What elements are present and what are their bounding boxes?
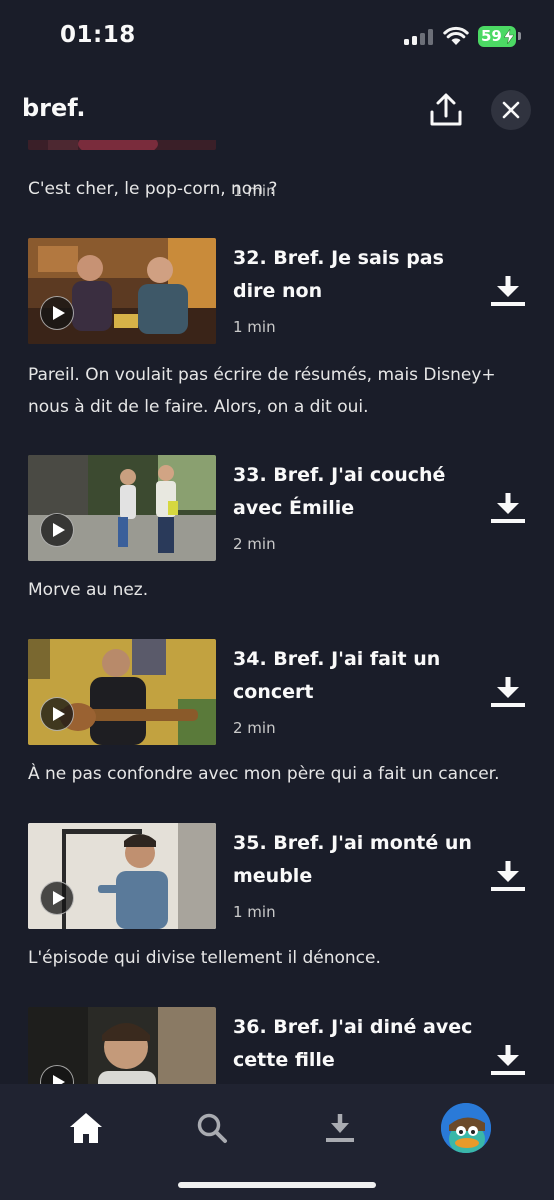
tab-downloads[interactable]	[310, 1098, 370, 1158]
tab-profile[interactable]	[436, 1098, 496, 1158]
episode-title[interactable]: 32. Bref. Je sais pas dire non	[233, 242, 483, 308]
episode-thumbnail[interactable]	[28, 238, 216, 344]
battery-cap	[518, 32, 521, 40]
episode-description: Pareil. On voulait pas écrire de résumés…	[28, 365, 496, 417]
wifi-icon	[443, 26, 469, 45]
episode-thumbnail[interactable]	[28, 455, 216, 561]
status-time: 01:18	[60, 22, 136, 48]
header: bref.	[0, 80, 554, 140]
download-icon	[326, 1114, 354, 1142]
cellular-signal-icon	[404, 29, 434, 45]
episode-duration: 2 min	[233, 719, 276, 737]
episode-duration: 1 min	[233, 318, 276, 336]
episode-duration: 2 min	[233, 535, 276, 553]
episode-thumbnail[interactable]	[28, 140, 216, 150]
close-icon	[502, 101, 520, 119]
episode-duration: 1 min	[233, 903, 276, 921]
episode-description: C'est cher, le pop-corn, non ?	[28, 179, 278, 199]
episode-title[interactable]: 34. Bref. J'ai fait un concert	[233, 643, 483, 709]
download-icon[interactable]	[488, 491, 528, 525]
status-bar: 01:18 59	[0, 0, 554, 80]
home-icon	[70, 1113, 102, 1143]
home-indicator	[178, 1182, 376, 1188]
episode-thumbnail[interactable]	[28, 1007, 216, 1084]
download-icon[interactable]	[488, 274, 528, 308]
episode-list[interactable]: 1 min C'est cher, le pop-corn, non ? 32.…	[0, 140, 554, 1084]
share-icon	[430, 93, 462, 126]
episode-description: À ne pas confondre avec mon père qui a f…	[28, 764, 500, 784]
search-icon	[197, 1113, 227, 1143]
episode-title[interactable]: 35. Bref. J'ai monté un meuble	[233, 827, 483, 893]
episode-title[interactable]: 36. Bref. J'ai diné avec cette fille	[233, 1011, 483, 1077]
episode-item[interactable]: 33. Bref. J'ai couché avec Émilie 2 min	[0, 455, 554, 655]
episode-title[interactable]: 33. Bref. J'ai couché avec Émilie	[233, 459, 483, 525]
episode-description: L'épisode qui divise tellement il dénonc…	[28, 948, 381, 968]
episode-item[interactable]: 35. Bref. J'ai monté un meuble 1 min	[0, 823, 554, 1023]
profile-avatar	[441, 1103, 491, 1153]
page-title: bref.	[22, 94, 86, 122]
play-icon[interactable]	[40, 697, 74, 731]
download-icon[interactable]	[488, 675, 528, 709]
charging-bolt-icon	[504, 29, 514, 44]
tab-home[interactable]	[56, 1098, 116, 1158]
play-icon[interactable]	[40, 296, 74, 330]
download-icon[interactable]	[488, 859, 528, 893]
episode-item[interactable]: 36. Bref. J'ai diné avec cette fille	[0, 1007, 554, 1084]
battery-icon: 59	[478, 26, 516, 47]
play-icon[interactable]	[40, 881, 74, 915]
episode-description: Morve au nez.	[28, 580, 149, 600]
battery-level: 59	[481, 27, 502, 45]
play-icon[interactable]	[40, 513, 74, 547]
download-icon[interactable]	[488, 1043, 528, 1077]
close-button[interactable]	[491, 90, 531, 130]
episode-thumbnail[interactable]	[28, 823, 216, 929]
episode-item[interactable]: 34. Bref. J'ai fait un concert 2 min	[0, 639, 554, 839]
episode-thumbnail[interactable]	[28, 639, 216, 745]
share-button[interactable]	[425, 90, 467, 132]
tab-search[interactable]	[182, 1098, 242, 1158]
